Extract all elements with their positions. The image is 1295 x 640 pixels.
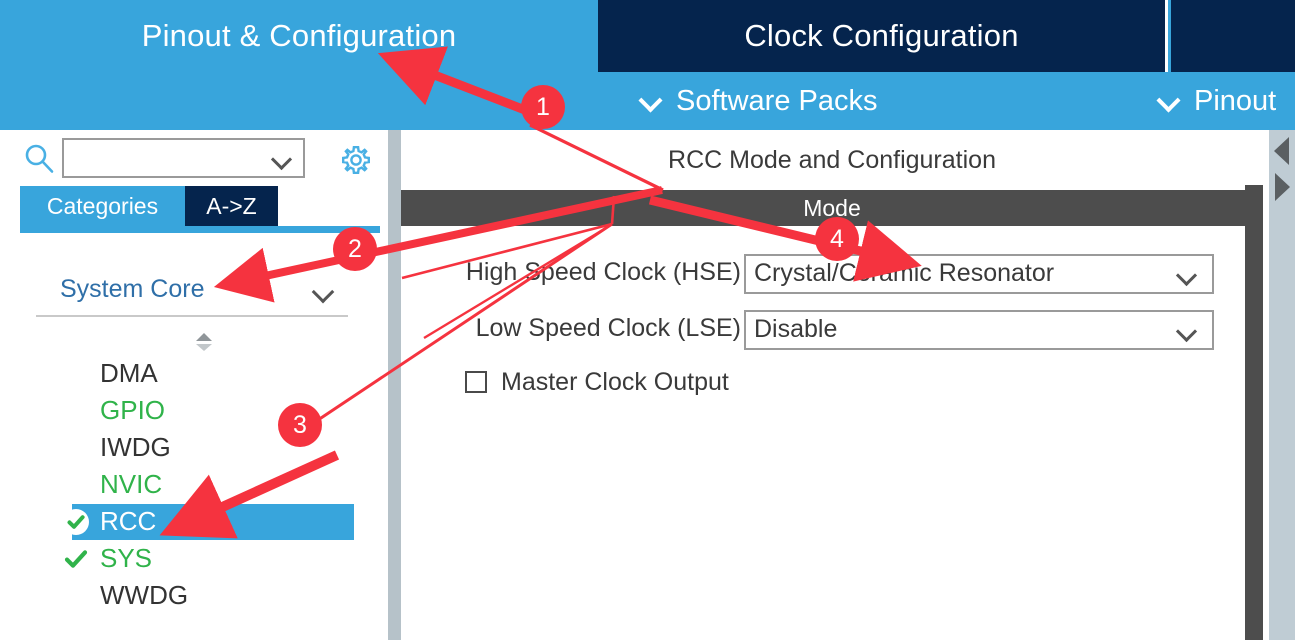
lse-dropdown[interactable]: Disable bbox=[744, 310, 1214, 350]
stm32cubemx-window: Pinout & Configuration Clock Configurati… bbox=[0, 0, 1295, 640]
tab-a-to-z-label: A->Z bbox=[206, 192, 257, 219]
search-combobox[interactable] bbox=[62, 138, 305, 178]
tab-pinout-configuration-label: Pinout & Configuration bbox=[141, 18, 457, 53]
tab-extra[interactable] bbox=[1171, 0, 1295, 72]
triangle-right-icon[interactable] bbox=[1271, 170, 1293, 204]
check-icon bbox=[62, 545, 90, 573]
search-icon bbox=[22, 142, 56, 176]
annotation-badge-2: 2 bbox=[333, 227, 377, 271]
chevron-down-icon[interactable] bbox=[1178, 323, 1198, 343]
main-tab-strip: Pinout & Configuration Clock Configurati… bbox=[0, 0, 1295, 72]
tab-categories[interactable]: Categories bbox=[20, 186, 185, 226]
sidebar-item-sys[interactable]: SYS bbox=[14, 540, 372, 577]
check-filled-icon bbox=[62, 508, 90, 536]
menu-strip: Software Packs Pinout bbox=[0, 72, 1295, 130]
right-dock-strip bbox=[1269, 130, 1295, 640]
menu-pinout-label: Pinout bbox=[1194, 84, 1277, 117]
sidebar-item-rcc-label: RCC bbox=[100, 506, 157, 536]
tab-clock-configuration-label: Clock Configuration bbox=[744, 18, 1019, 53]
sidebar-item-nvic[interactable]: NVIC bbox=[14, 466, 372, 503]
annotation-badge-1-number: 1 bbox=[536, 92, 550, 121]
rcc-configuration-panel: RCC Mode and Configuration Mode High Spe… bbox=[401, 130, 1263, 640]
sidebar-item-wwdg[interactable]: WWDG bbox=[14, 577, 372, 614]
top-header: Pinout & Configuration Clock Configurati… bbox=[0, 0, 1295, 130]
group-divider bbox=[36, 315, 348, 317]
master-clock-output-checkbox[interactable] bbox=[465, 371, 487, 393]
gear-icon[interactable] bbox=[338, 142, 374, 178]
sidebar-item-dma-label: DMA bbox=[100, 358, 158, 388]
sidebar-view-tabs: Categories A->Z bbox=[0, 186, 388, 228]
sidebar-item-gpio-label: GPIO bbox=[100, 395, 166, 425]
sidebar-item-wwdg-label: WWDG bbox=[100, 580, 189, 610]
hse-dropdown-value: Crystal/Ceramic Resonator bbox=[754, 259, 1055, 287]
master-clock-output-label: Master Clock Output bbox=[501, 367, 729, 396]
chevron-down-icon bbox=[1158, 90, 1180, 112]
annotation-badge-1: 1 bbox=[521, 85, 565, 129]
chevron-down-icon[interactable] bbox=[1178, 267, 1198, 287]
peripheral-list: DMA GPIO IWDG NVIC RCC SYS WWDG bbox=[14, 355, 372, 614]
tab-a-to-z[interactable]: A->Z bbox=[185, 186, 278, 226]
field-lse-label: Low Speed Clock (LSE) bbox=[475, 314, 741, 342]
menu-software-packs-label: Software Packs bbox=[676, 84, 878, 117]
search-input[interactable] bbox=[71, 144, 266, 174]
chevron-down-icon[interactable] bbox=[273, 151, 293, 171]
menu-pinout[interactable]: Pinout bbox=[1158, 72, 1276, 130]
sidebar-item-iwdg-label: IWDG bbox=[100, 432, 171, 462]
tab-underline bbox=[20, 226, 380, 233]
field-lse-label-wrap: Low Speed Clock (LSE) bbox=[441, 310, 741, 350]
tab-pinout-configuration[interactable]: Pinout & Configuration bbox=[0, 0, 598, 72]
sidebar-item-dma[interactable]: DMA bbox=[14, 355, 372, 392]
scroll-up-down-icon[interactable] bbox=[192, 331, 216, 353]
sidebar-item-nvic-label: NVIC bbox=[100, 469, 163, 499]
field-hse-label-wrap: High Speed Clock (HSE) bbox=[441, 254, 741, 294]
peripheral-sidebar: Categories A->Z System Core DMA GPIO IWD… bbox=[0, 130, 388, 640]
sidebar-item-sys-label: SYS bbox=[100, 543, 153, 573]
annotation-badge-4: 4 bbox=[815, 217, 859, 261]
page-title-text: RCC Mode and Configuration bbox=[668, 145, 996, 174]
hse-dropdown[interactable]: Crystal/Ceramic Resonator bbox=[744, 254, 1214, 294]
annotation-badge-3-number: 3 bbox=[293, 410, 307, 439]
tab-categories-label: Categories bbox=[46, 192, 159, 219]
page-title: RCC Mode and Configuration bbox=[401, 130, 1263, 190]
sidebar-item-rcc[interactable]: RCC bbox=[14, 503, 372, 540]
field-hse-label: High Speed Clock (HSE) bbox=[465, 258, 741, 286]
chevron-down-icon[interactable] bbox=[314, 283, 336, 305]
lse-dropdown-value: Disable bbox=[754, 315, 838, 343]
annotation-badge-4-number: 4 bbox=[830, 224, 844, 253]
group-system-core[interactable]: System Core bbox=[14, 269, 372, 311]
annotation-badge-2-number: 2 bbox=[348, 234, 362, 263]
triangle-left-icon[interactable] bbox=[1271, 134, 1293, 168]
menu-software-packs[interactable]: Software Packs bbox=[640, 72, 877, 130]
panel-splitter[interactable] bbox=[388, 130, 401, 640]
tab-clock-configuration[interactable]: Clock Configuration bbox=[598, 0, 1168, 72]
master-clock-output-row[interactable]: Master Clock Output bbox=[465, 366, 729, 398]
group-system-core-label: System Core bbox=[60, 275, 205, 303]
sidebar-search-row bbox=[0, 130, 388, 186]
chevron-down-icon bbox=[640, 90, 662, 112]
annotation-badge-3: 3 bbox=[278, 403, 322, 447]
